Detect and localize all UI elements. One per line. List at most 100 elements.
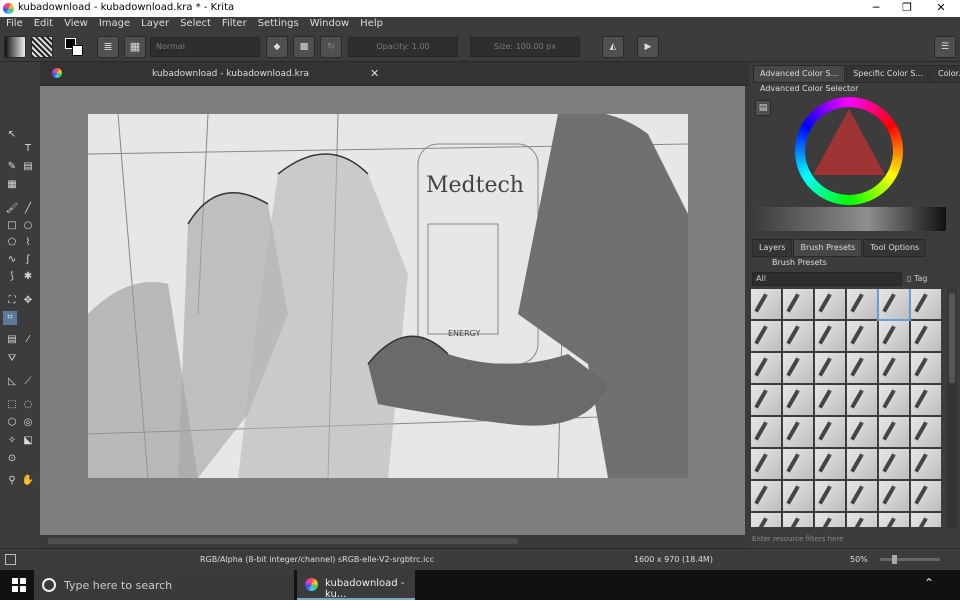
tag-button[interactable]: ▯ Tag xyxy=(907,274,928,283)
reload-preset-icon[interactable]: ↻ xyxy=(320,36,342,58)
brush-filter-select[interactable]: All xyxy=(752,272,902,286)
color-settings-icon[interactable]: ▤ xyxy=(755,100,771,116)
brush-preset-item[interactable] xyxy=(911,449,941,479)
resource-filter-input[interactable]: Enter resource filters here xyxy=(752,535,843,543)
tab-layers[interactable]: Layers xyxy=(752,239,793,257)
select-shapes-icon[interactable]: ↖ xyxy=(5,128,19,142)
brush-preset-item[interactable] xyxy=(815,449,845,479)
similar-select-icon[interactable]: ⬕ xyxy=(21,434,35,448)
menu-window[interactable]: Window xyxy=(304,17,354,32)
document-tab-title[interactable]: kubadownload - kubadownload.kra xyxy=(152,69,309,79)
fill-bucket-icon[interactable]: ⛛ xyxy=(5,352,19,366)
menu-image[interactable]: Image xyxy=(93,17,135,32)
brush-preset-item[interactable] xyxy=(879,449,909,479)
move-tool-icon[interactable]: ✥ xyxy=(21,294,35,308)
fill-tool-icon[interactable]: ▦ xyxy=(5,178,19,192)
brush-preset-item[interactable] xyxy=(815,385,845,415)
edit-shapes-icon[interactable]: ✎ xyxy=(5,160,19,174)
gradient-tool-icon[interactable]: ▤ xyxy=(5,333,19,347)
brush-preset-item[interactable] xyxy=(847,289,877,319)
brush-preset-item[interactable] xyxy=(783,513,813,527)
menu-filter[interactable]: Filter xyxy=(216,17,252,32)
taskbar-search-box[interactable]: Type here to search xyxy=(34,570,294,600)
opacity-slider[interactable]: Opacity: 1.00 xyxy=(348,37,458,57)
brush-settings-icon[interactable]: ≣ xyxy=(97,36,119,58)
scroll-thumb[interactable] xyxy=(48,538,518,544)
brush-preset-item[interactable] xyxy=(879,353,909,383)
freehand-path-icon[interactable]: ʃ xyxy=(21,253,35,267)
brush-preset-item[interactable] xyxy=(783,289,813,319)
brush-preset-item[interactable] xyxy=(911,481,941,511)
brush-preset-item[interactable] xyxy=(783,321,813,351)
brush-preset-item[interactable] xyxy=(783,481,813,511)
transform-tool-icon[interactable]: ⛶ xyxy=(5,294,19,308)
measure-tool-icon[interactable]: ⟋ xyxy=(21,375,35,389)
brush-preset-item[interactable] xyxy=(879,321,909,351)
size-slider[interactable]: Size: 100.00 px xyxy=(470,37,580,57)
crop-tool-icon[interactable]: ⌗ xyxy=(3,311,17,325)
tab-advanced-color[interactable]: Advanced Color S... xyxy=(753,65,846,83)
brush-preset-item[interactable] xyxy=(911,321,941,351)
brush-preset-item[interactable] xyxy=(847,481,877,511)
bezier-tool-icon[interactable]: ∿ xyxy=(5,253,19,267)
brush-preset-item[interactable] xyxy=(751,449,781,479)
close-button[interactable]: ✕ xyxy=(925,0,957,17)
menu-select[interactable]: Select xyxy=(174,17,216,32)
brush-preset-item[interactable] xyxy=(847,385,877,415)
pan-tool-icon[interactable]: ✋ xyxy=(21,474,35,488)
brush-preset-item[interactable] xyxy=(815,417,845,447)
contiguous-select-icon[interactable]: ✧ xyxy=(5,434,19,448)
windows-logo-icon[interactable] xyxy=(12,578,26,592)
menu-view[interactable]: View xyxy=(58,17,93,32)
assistant-tool-icon[interactable]: ◺ xyxy=(5,375,19,389)
zoom-tool-icon[interactable]: ⚲ xyxy=(5,474,19,488)
preserve-alpha-icon[interactable]: ▩ xyxy=(293,36,315,58)
tab-specific-color[interactable]: Specific Color S... xyxy=(846,65,931,83)
preset-scrollbar[interactable] xyxy=(947,289,957,529)
tab-brush-presets[interactable]: Brush Presets xyxy=(793,239,863,257)
brush-preset-item[interactable] xyxy=(815,353,845,383)
brush-preset-item[interactable] xyxy=(815,481,845,511)
brush-preset-item[interactable] xyxy=(751,481,781,511)
brush-preset-item[interactable] xyxy=(847,449,877,479)
dynamic-brush-icon[interactable]: ⟆ xyxy=(5,270,19,284)
brush-preset-item[interactable] xyxy=(815,321,845,351)
gradient-selector[interactable] xyxy=(4,36,26,58)
brush-preset-item[interactable] xyxy=(847,353,877,383)
menu-file[interactable]: File xyxy=(0,17,28,32)
ellipse-select-icon[interactable]: ◌ xyxy=(21,398,35,412)
menu-edit[interactable]: Edit xyxy=(28,17,58,32)
brush-preset-item[interactable] xyxy=(751,513,781,527)
color-wheel[interactable] xyxy=(795,97,903,205)
mirror-vertical-icon[interactable]: ▶ xyxy=(637,36,659,58)
line-tool-icon[interactable]: ╱ xyxy=(21,202,35,216)
brush-preset-item[interactable] xyxy=(879,481,909,511)
brush-preset-item[interactable] xyxy=(911,289,941,319)
close-tab-icon[interactable]: ✕ xyxy=(370,67,379,80)
brush-preset-item[interactable] xyxy=(815,513,845,527)
polygon-select-icon[interactable]: ⬡ xyxy=(5,416,19,430)
rectangle-tool-icon[interactable]: □ xyxy=(5,219,19,233)
minimize-button[interactable]: ─ xyxy=(860,0,892,17)
brush-preset-item[interactable] xyxy=(847,513,877,527)
brush-preset-item[interactable] xyxy=(751,321,781,351)
brush-preset-item[interactable] xyxy=(879,513,909,527)
brush-preset-item[interactable] xyxy=(877,289,911,321)
bezier-select-icon[interactable]: ⊙ xyxy=(5,452,19,466)
mirror-horizontal-icon[interactable]: ◭ xyxy=(602,36,624,58)
maximize-button[interactable]: ❐ xyxy=(891,0,923,17)
color-history-strip[interactable] xyxy=(750,207,946,231)
toolbar-menu-icon[interactable]: ☰ xyxy=(934,36,956,58)
chevron-up-icon[interactable]: ⌃ xyxy=(924,576,934,590)
calligraphy-icon[interactable]: ▤ xyxy=(21,160,35,174)
brush-preset-item[interactable] xyxy=(783,417,813,447)
eraser-mode-icon[interactable]: ◆ xyxy=(266,36,288,58)
multibrush-icon[interactable]: ✱ xyxy=(21,270,35,284)
fg-bg-color-swatch[interactable] xyxy=(63,36,89,58)
brush-tool-icon[interactable]: 🖌 xyxy=(5,202,19,216)
text-tool-icon[interactable]: T xyxy=(21,142,35,156)
horizontal-scrollbar[interactable] xyxy=(40,535,750,548)
menu-settings[interactable]: Settings xyxy=(252,17,304,32)
rect-select-icon[interactable]: ⬚ xyxy=(5,398,19,412)
brush-preset-item[interactable] xyxy=(751,353,781,383)
